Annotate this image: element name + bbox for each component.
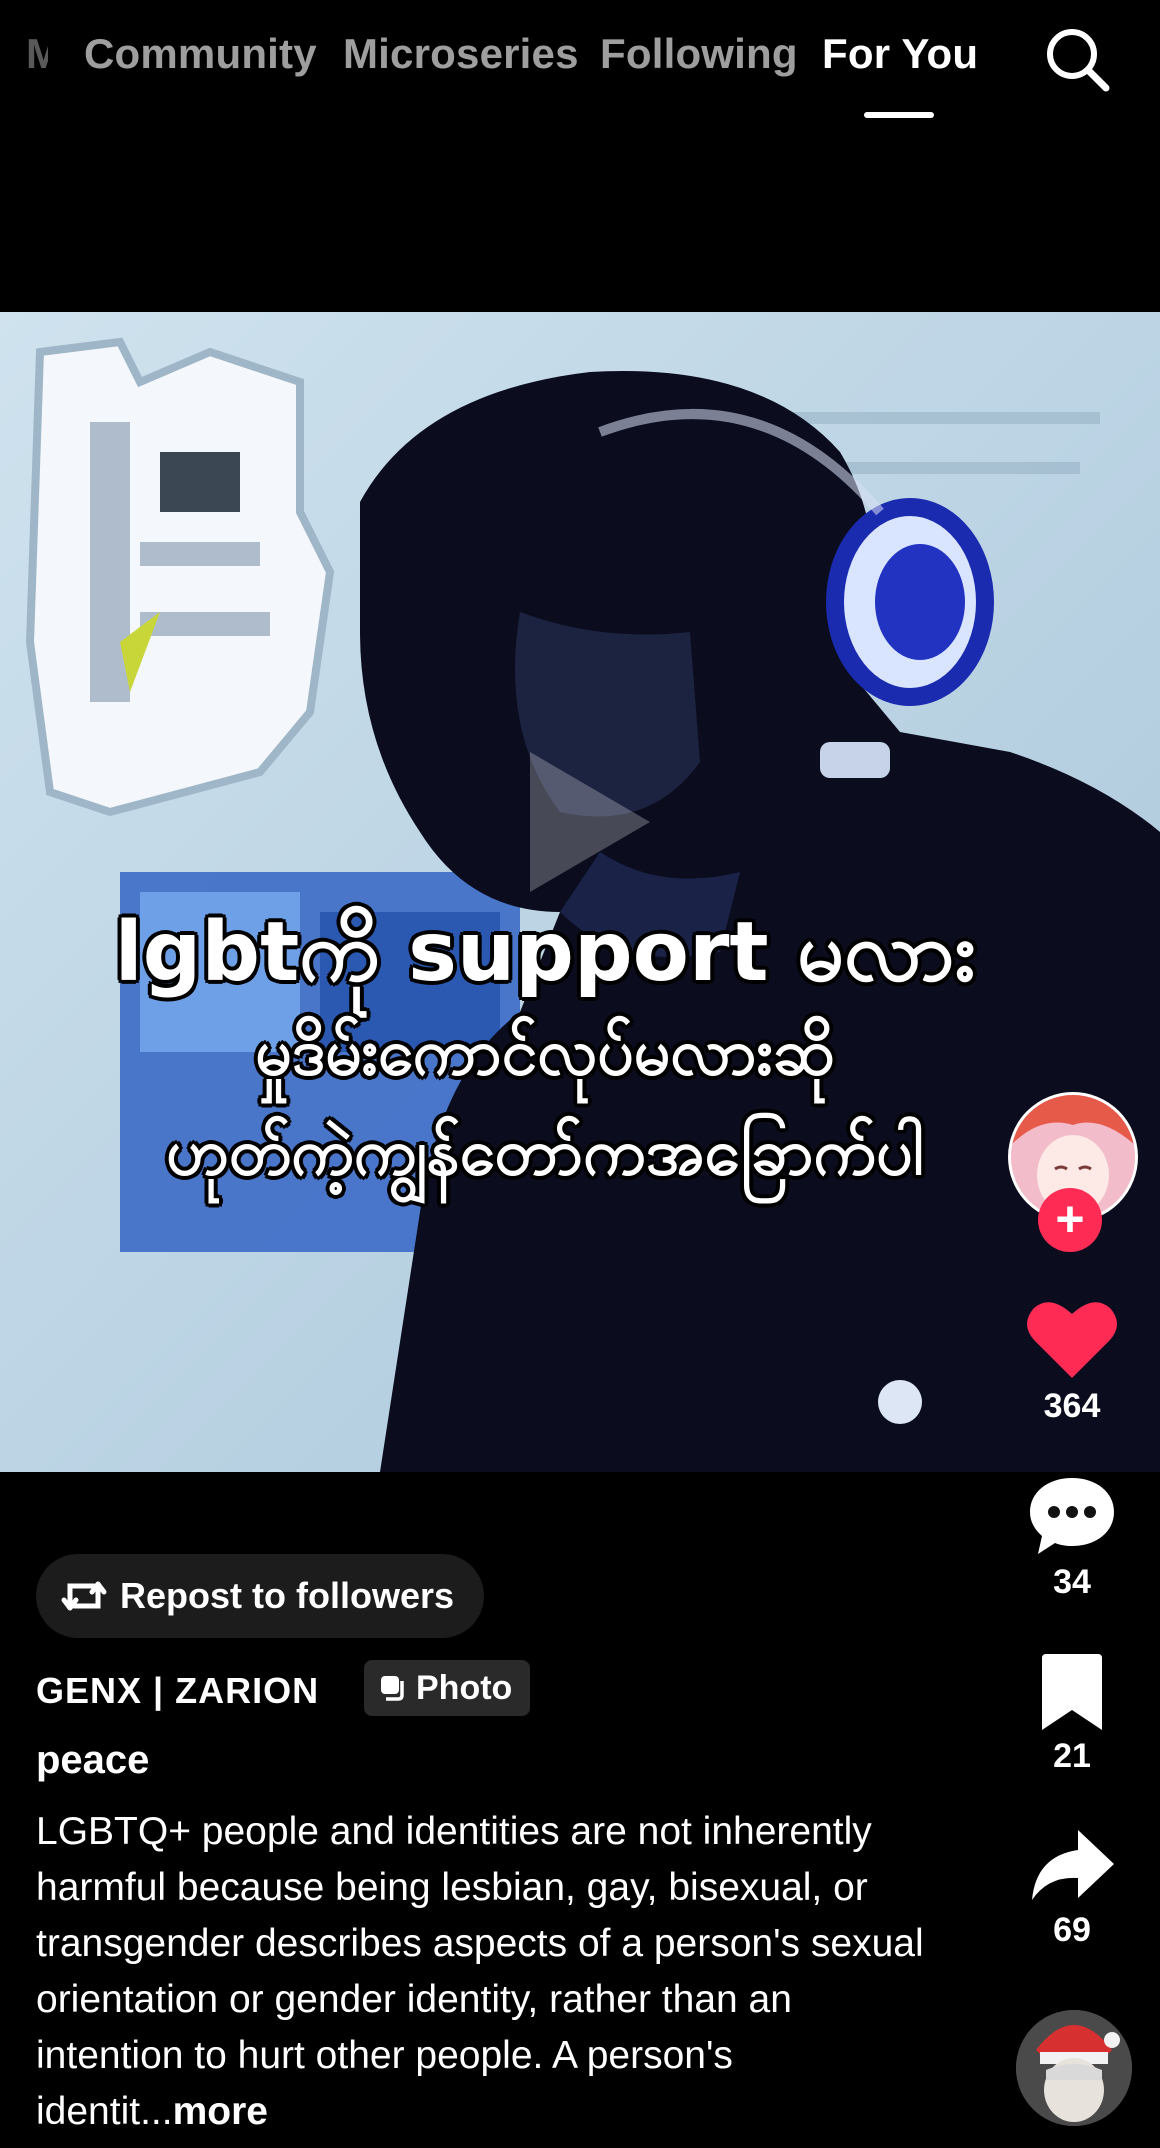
photo-badge: Photo [364, 1660, 531, 1716]
tab-partial[interactable]: M [26, 30, 48, 78]
search-button[interactable] [1040, 22, 1114, 96]
share-count: 69 [1053, 1911, 1091, 1949]
search-icon [1047, 29, 1110, 92]
photo-badge-label: Photo [416, 1668, 513, 1707]
repost-label: Repost to followers [120, 1575, 455, 1616]
active-tab-indicator [864, 112, 934, 118]
top-nav: M Community Microseries Following For Yo… [0, 0, 1160, 140]
tab-following[interactable]: Following [600, 30, 798, 78]
repost-button[interactable]: Repost to followers [36, 1554, 485, 1638]
creator-username[interactable]: GENX | ZARION [36, 1670, 319, 1712]
repost-icon [61, 1581, 107, 1611]
sound-avatar-image [1016, 2010, 1132, 2126]
anime-illustration [0, 312, 1160, 1472]
sound-avatar[interactable] [1016, 2010, 1132, 2126]
overlay-line-3: ဟုတ်ကဲ့ကျွန်တော်ကအခြောက်ပါ [166, 1116, 924, 1190]
more-link[interactable]: more [173, 2090, 268, 2133]
save-count: 21 [1053, 1737, 1091, 1775]
overlay-line-1: lgbtကို support မလား [114, 905, 976, 1000]
share-button[interactable]: 69 [1022, 1826, 1122, 1950]
save-button[interactable]: 21 [1022, 1652, 1122, 1776]
caption-body: LGBTQ+ people and identities are not inh… [36, 1810, 924, 2133]
overlay-line-2: မှုဒိမ်းကောင်လုပ်မလားဆို [255, 1016, 835, 1090]
photo-icon [381, 1676, 404, 1701]
like-button[interactable]: 364 [1022, 1298, 1122, 1426]
follow-button[interactable]: + [1038, 1188, 1102, 1252]
caption-title: peace [36, 1738, 150, 1782]
tab-microseries[interactable]: Microseries [343, 30, 579, 78]
comment-icon [1030, 1478, 1114, 1554]
comment-count: 34 [1053, 1563, 1091, 1601]
share-arrow-icon [1032, 1830, 1114, 1900]
caption-text[interactable]: LGBTQ+ people and identities are not inh… [36, 1804, 936, 2140]
comment-button[interactable]: 34 [1022, 1474, 1122, 1602]
post-image[interactable]: lgbtကို support မလား မှုဒိမ်းကောင်လုပ်မလ… [0, 312, 1160, 1472]
tab-for-you[interactable]: For You [822, 30, 978, 78]
heart-icon [1027, 1302, 1117, 1378]
bookmark-icon [1042, 1654, 1102, 1730]
tab-community[interactable]: Community [84, 30, 317, 78]
like-count: 364 [1043, 1387, 1101, 1425]
